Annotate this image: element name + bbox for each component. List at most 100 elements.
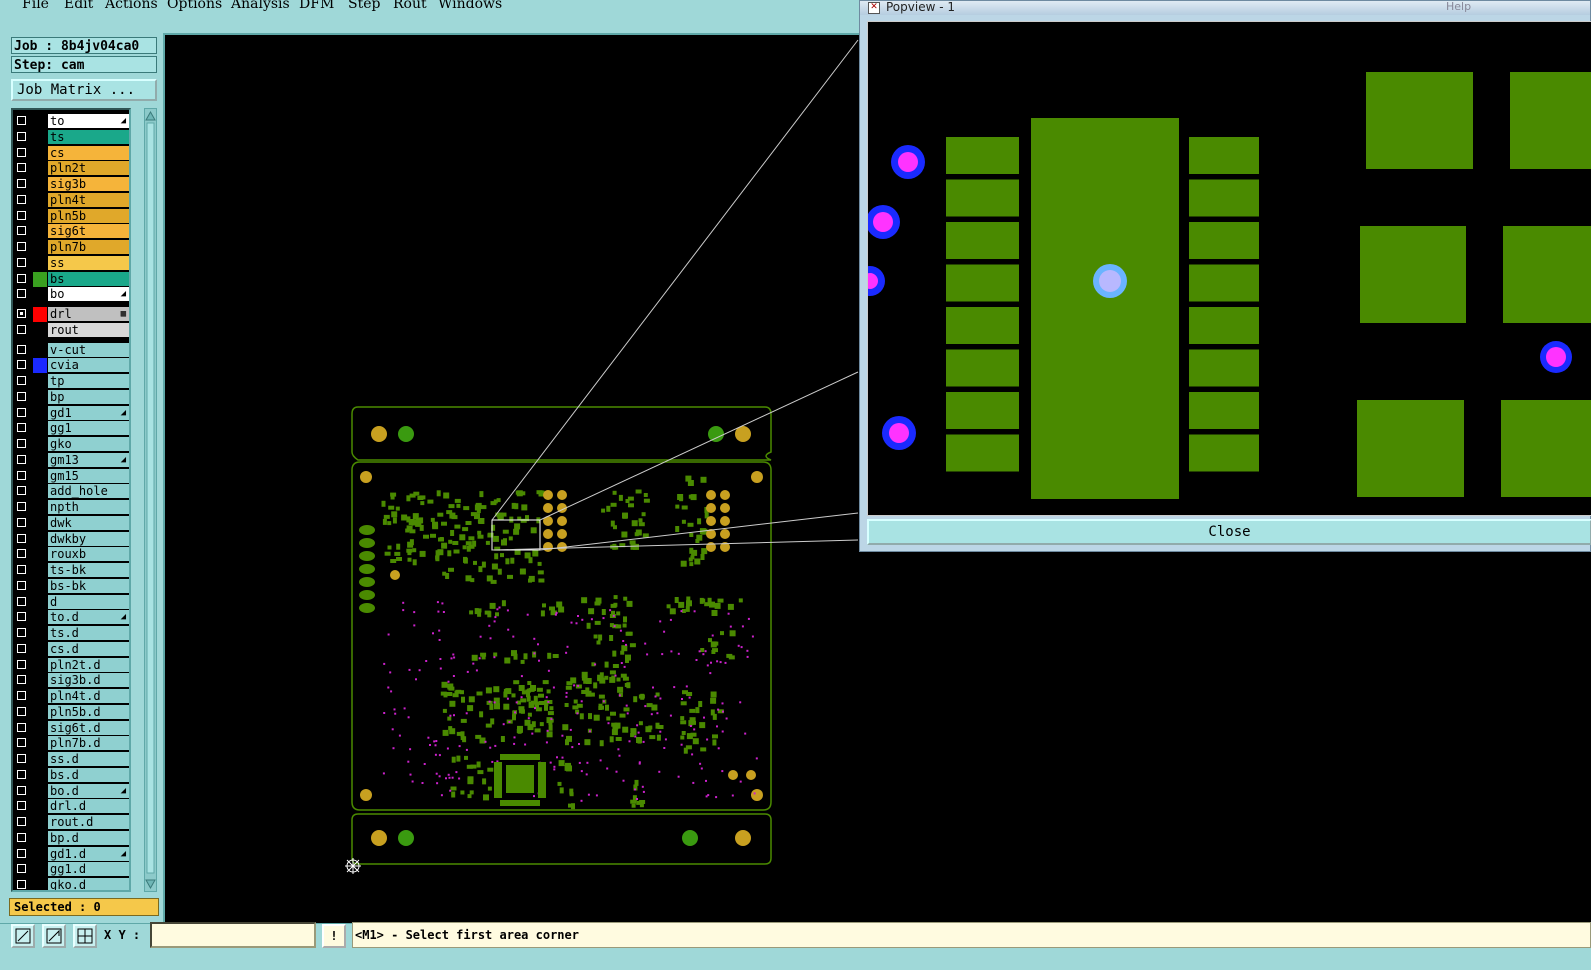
menu-options[interactable]: Options	[167, 0, 222, 12]
layer-name[interactable]: npth	[48, 500, 129, 514]
layer-color-swatch[interactable]	[33, 673, 47, 689]
layer-checkbox[interactable]	[17, 454, 26, 464]
layer-color-swatch[interactable]	[33, 704, 47, 720]
close-icon[interactable]: ✕	[868, 2, 880, 14]
layer-color-swatch[interactable]	[33, 862, 47, 878]
layer-color-swatch[interactable]	[33, 161, 47, 177]
layer-checkbox[interactable]	[17, 289, 26, 299]
layer-color-swatch[interactable]	[33, 594, 47, 610]
layer-row-sig6t[interactable]: sig6t	[13, 224, 129, 240]
layer-name[interactable]: gd1	[48, 405, 129, 420]
layer-row-sig6t.d[interactable]: sig6t.d	[13, 720, 129, 736]
layer-name[interactable]: gm13	[48, 452, 129, 467]
menu-actions[interactable]: Actions	[105, 0, 158, 12]
layer-checkbox[interactable]	[17, 131, 26, 141]
layer-name[interactable]: pln4t	[48, 192, 129, 207]
layer-color-swatch[interactable]	[33, 689, 47, 704]
layer-checkbox[interactable]	[17, 612, 26, 622]
layer-color-swatch[interactable]	[33, 255, 47, 271]
layer-name[interactable]: to	[48, 114, 129, 128]
layer-row-to[interactable]: to ◢	[13, 114, 129, 129]
layer-checkbox[interactable]	[17, 423, 26, 433]
layer-row-pln2t.d[interactable]: pln2t.d	[13, 657, 129, 673]
layer-name[interactable]: sig3b	[48, 177, 129, 191]
layer-name[interactable]: gko.d	[48, 878, 129, 890]
layer-row-pln2t[interactable]: pln2t	[13, 161, 129, 177]
layer-checkbox[interactable]	[17, 769, 26, 779]
layer-color-swatch[interactable]	[33, 610, 47, 626]
layer-name[interactable]: ts-bk	[48, 563, 129, 577]
menu-file[interactable]: File	[22, 0, 49, 12]
layer-checkbox[interactable]	[17, 226, 26, 236]
layer-color-swatch[interactable]	[33, 129, 47, 145]
layer-row-ts-bk[interactable]: ts-bk	[13, 563, 129, 578]
layer-row-bo.d[interactable]: bo.d ◢	[13, 783, 129, 799]
layer-color-swatch[interactable]	[33, 271, 47, 287]
layer-row-gm15[interactable]: gm15	[13, 468, 129, 484]
layer-color-swatch[interactable]	[33, 307, 47, 322]
layer-checkbox[interactable]	[17, 848, 26, 858]
layer-color-swatch[interactable]	[33, 531, 47, 547]
layer-checkbox[interactable]	[17, 376, 26, 385]
layer-color-swatch[interactable]	[33, 720, 47, 736]
layer-row-pln4t.d[interactable]: pln4t.d	[13, 689, 129, 704]
layer-color-swatch[interactable]	[33, 626, 47, 641]
layer-name[interactable]: pln5b	[48, 208, 129, 223]
layer-row-drl.d[interactable]: drl.d	[13, 799, 129, 815]
layer-checkbox[interactable]	[17, 163, 26, 173]
layer-checkbox[interactable]	[17, 628, 26, 637]
xy-input[interactable]	[150, 922, 316, 948]
menu-windows[interactable]: Windows	[438, 0, 502, 12]
layer-row-rouxb[interactable]: rouxb	[13, 547, 129, 563]
layer-name[interactable]: pln4t.d	[48, 689, 129, 703]
layer-row-cs[interactable]: cs	[13, 145, 129, 161]
layer-row-bs-bk[interactable]: bs-bk	[13, 578, 129, 594]
layer-checkbox[interactable]	[17, 391, 26, 401]
layer-name[interactable]: bs	[48, 271, 129, 286]
layer-name[interactable]: ts.d	[48, 626, 129, 640]
menu-rout[interactable]: Rout	[393, 0, 427, 12]
layer-name[interactable]: gg1	[48, 421, 129, 436]
layer-color-swatch[interactable]	[33, 421, 47, 437]
layer-checkbox[interactable]	[17, 801, 26, 811]
layer-color-swatch[interactable]	[33, 389, 47, 405]
layer-checkbox[interactable]	[17, 675, 26, 685]
layer-color-swatch[interactable]	[33, 405, 47, 421]
layer-name[interactable]: bo.d	[48, 783, 129, 798]
layer-color-swatch[interactable]	[33, 208, 47, 224]
info-button[interactable]: !	[322, 924, 346, 948]
layer-name[interactable]: bo	[48, 287, 129, 302]
layer-color-swatch[interactable]	[33, 452, 47, 468]
layer-color-swatch[interactable]	[33, 145, 47, 161]
layer-row-rout[interactable]: rout	[13, 322, 129, 338]
layer-name[interactable]: gko	[48, 437, 129, 451]
menu-analysis[interactable]: Analysis	[231, 0, 290, 12]
layer-row-cs.d[interactable]: cs.d	[13, 641, 129, 657]
layer-checkbox[interactable]	[17, 691, 26, 700]
menu-edit[interactable]: Edit	[64, 0, 93, 12]
layer-checkbox[interactable]	[17, 832, 26, 842]
layer-row-bs[interactable]: bs	[13, 271, 129, 287]
menu-step[interactable]: Step	[348, 0, 380, 12]
layer-name[interactable]: ss.d	[48, 752, 129, 766]
layer-row-add_hole[interactable]: add_hole	[13, 484, 129, 500]
measure-button[interactable]	[42, 924, 66, 948]
layer-name[interactable]: bp.d	[48, 830, 129, 845]
layer-checkbox[interactable]	[17, 242, 26, 251]
layer-name[interactable]: ss	[48, 255, 129, 270]
layer-color-swatch[interactable]	[33, 240, 47, 255]
layer-row-npth[interactable]: npth	[13, 500, 129, 515]
layer-color-swatch[interactable]	[33, 342, 47, 358]
job-matrix-button[interactable]: Job Matrix ...	[11, 79, 157, 101]
layer-color-swatch[interactable]	[33, 783, 47, 799]
layer-row-gg1.d[interactable]: gg1.d	[13, 862, 129, 878]
layer-row-bp.d[interactable]: bp.d	[13, 830, 129, 846]
layer-name[interactable]: drl.d	[48, 799, 129, 814]
layer-name[interactable]: bp	[48, 389, 129, 404]
layer-color-swatch[interactable]	[33, 468, 47, 484]
layer-name[interactable]: add_hole	[48, 484, 129, 499]
layer-checkbox[interactable]	[17, 324, 26, 334]
layer-color-swatch[interactable]	[33, 563, 47, 578]
layer-color-swatch[interactable]	[33, 878, 47, 890]
layer-checkbox[interactable]	[17, 116, 26, 125]
